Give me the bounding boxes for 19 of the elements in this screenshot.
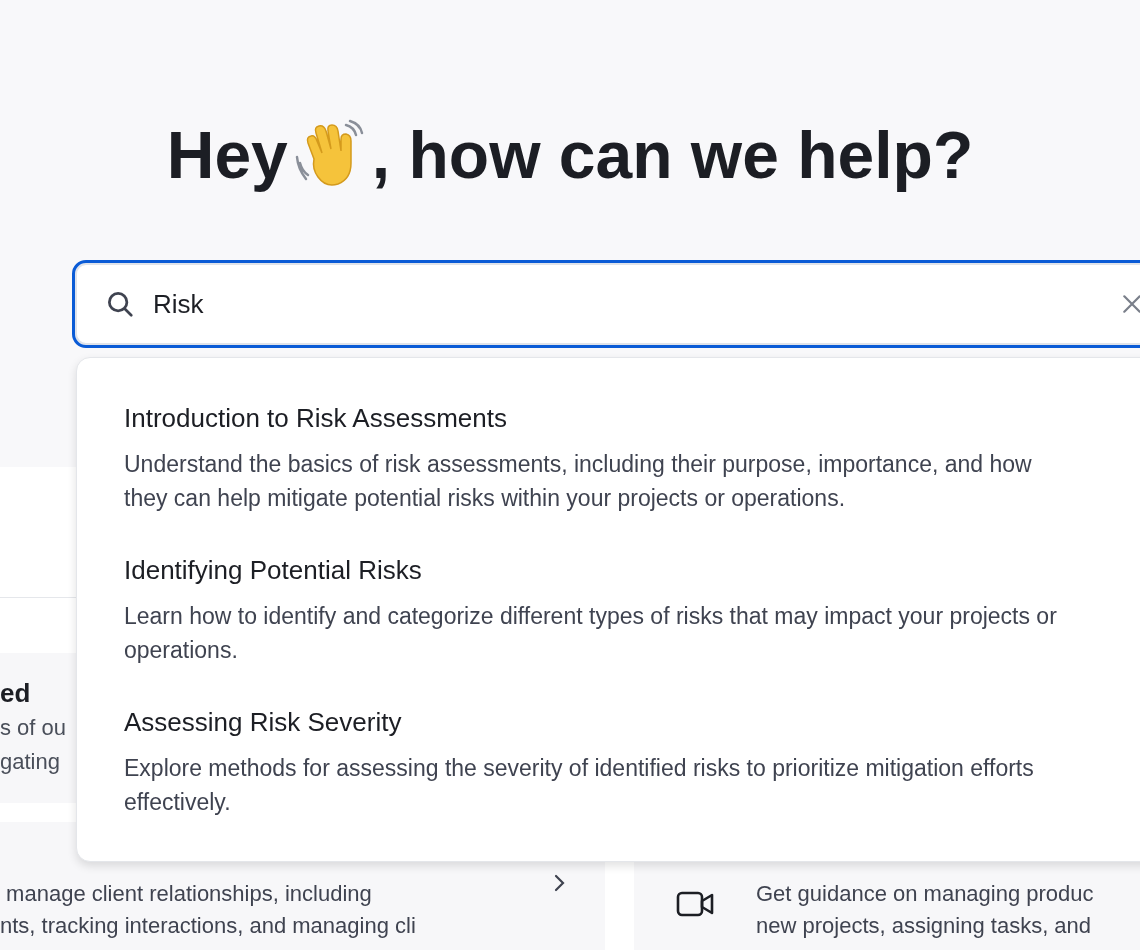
search-field[interactable]: Risk: [72, 260, 1140, 348]
result-title[interactable]: Assessing Risk Severity: [124, 705, 1128, 739]
result-description: Explore methods for assessing the severity of identified risks to prioritize mitigation efforts effectively.: [124, 754, 1035, 817]
card-text: Get guidance on managing produc: [756, 880, 1094, 908]
result-title[interactable]: Identifying Potential Risks: [124, 553, 1128, 587]
card-text: gating: [0, 748, 60, 776]
close-icon[interactable]: [1121, 293, 1140, 315]
search-icon: [105, 289, 135, 319]
search-input[interactable]: Risk: [153, 284, 1121, 324]
card-text: s of ou: [0, 714, 67, 742]
result-title[interactable]: Introduction to Risk Assessments: [124, 401, 1128, 435]
page-heading: Hey , how can we help?: [166, 116, 974, 194]
card-title: ed: [0, 677, 32, 710]
result-description: Learn how to identify and categorize different types of risks that may impact your projects or operations.: [124, 602, 1058, 665]
card-text: new projects, assigning tasks, and: [756, 912, 1092, 940]
card-text: manage client relationships, including: [5, 880, 372, 908]
card-text: nts, tracking interactions, and managing cli: [0, 912, 416, 940]
result-description: Understand the basics of risk assessments, including their purpose, importance, and how they can help mitigate potential risks within your projects or operations.: [124, 450, 1033, 513]
video-camera-icon: [676, 889, 716, 919]
